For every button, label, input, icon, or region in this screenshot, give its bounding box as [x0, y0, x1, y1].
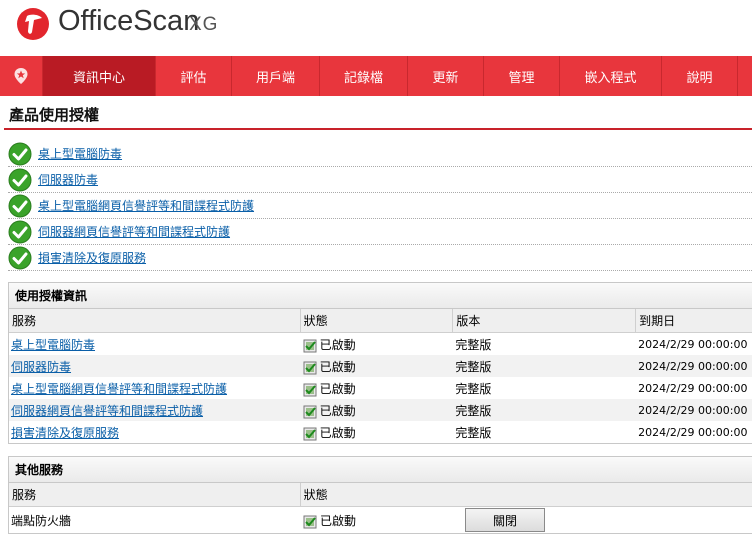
version-text: 完整版 [455, 425, 492, 440]
version-text: 完整版 [455, 337, 492, 352]
column-header-status[interactable]: 狀態 [301, 308, 454, 333]
brand-suffix: XG [189, 14, 219, 35]
version-text: 完整版 [455, 381, 492, 396]
expiry-text: 2024/2/29 00:00:00 [638, 381, 748, 395]
product-item: 損害清除及復原服務 [8, 245, 752, 271]
service-link[interactable]: 伺服器防毒 [11, 358, 71, 375]
status-text: 已啟動 [319, 381, 356, 396]
service-link[interactable]: 桌上型電腦網頁信譽評等和間諜程式防護 [11, 380, 227, 397]
service-link[interactable]: 桌上型電腦防毒 [11, 336, 95, 353]
trend-micro-logo-icon [17, 8, 49, 40]
activated-status-icon [303, 405, 317, 418]
brand-name: OfficeScan [58, 5, 200, 37]
column-header-status[interactable]: 狀態 [301, 483, 752, 507]
table-row: 桌上型電腦網頁信譽評等和間諜程式防護 已啟動 完整版 2024/2/29 00:… [9, 377, 752, 399]
activated-status-icon [303, 515, 317, 528]
version-text: 完整版 [455, 403, 492, 418]
product-link[interactable]: 伺服器網頁信譽評等和間諜程式防護 [38, 223, 230, 240]
title-divider [4, 128, 752, 130]
product-item: 伺服器防毒 [8, 167, 752, 193]
check-circle-icon [8, 142, 32, 165]
app-header: OfficeScan XG [0, 0, 752, 56]
table-row: 伺服器防毒 已啟動 完整版 2024/2/29 00:00:00 [9, 355, 752, 377]
status-text: 已啟動 [319, 403, 356, 418]
disable-firewall-button[interactable]: 關閉 [465, 508, 545, 532]
expiry-text: 2024/2/29 00:00:00 [638, 403, 748, 417]
license-info-panel: 使用授權資訊 服務 狀態 版本 到期日 桌上型電腦防毒 已啟動 完整版 2024… [8, 282, 752, 444]
product-item: 桌上型電腦防毒 [8, 141, 752, 167]
activated-status-icon [303, 339, 317, 352]
status-text: 已啟動 [319, 359, 356, 374]
check-circle-icon [8, 246, 32, 269]
other-services-header: 服務 狀態 [9, 482, 752, 507]
service-link[interactable]: 損害清除及復原服務 [11, 424, 119, 441]
table-row: 伺服器網頁信譽評等和間諜程式防護 已啟動 完整版 2024/2/29 00:00… [9, 399, 752, 421]
other-services-panel: 其他服務 服務 狀態 端點防火牆 已啟動 關閉 [8, 456, 752, 534]
main-nav: 資訊中心 評估 用戶端 記錄檔 更新 管理 嵌入程式 說明 [0, 56, 752, 96]
nav-tab-updates[interactable]: 更新 [408, 56, 484, 96]
check-circle-icon [8, 168, 32, 191]
nav-home-button[interactable] [0, 56, 43, 96]
table-row: 端點防火牆 已啟動 關閉 [9, 507, 752, 533]
nav-tab-agents[interactable]: 用戶端 [232, 56, 320, 96]
status-text: 已啟動 [319, 425, 356, 440]
column-header-service[interactable]: 服務 [9, 482, 301, 507]
nav-tab-help[interactable]: 說明 [662, 56, 738, 96]
activated-status-icon [303, 383, 317, 396]
column-header-service[interactable]: 服務 [9, 308, 301, 333]
nav-tab-logs[interactable]: 記錄檔 [320, 56, 408, 96]
product-link[interactable]: 損害清除及復原服務 [38, 249, 146, 266]
service-text: 端點防火牆 [11, 513, 72, 528]
status-text: 已啟動 [320, 513, 357, 528]
column-header-version[interactable]: 版本 [453, 308, 637, 333]
nav-tab-administration[interactable]: 管理 [484, 56, 560, 96]
nav-tab-assessment[interactable]: 評估 [156, 56, 232, 96]
check-circle-icon [8, 220, 32, 243]
product-link[interactable]: 桌上型電腦防毒 [38, 145, 122, 162]
home-badge-icon [14, 68, 28, 84]
product-list: 桌上型電腦防毒 伺服器防毒 桌上型電腦網頁信譽評等和間諜程式防護 伺服器網頁信譽… [8, 141, 752, 271]
other-services-title: 其他服務 [9, 457, 752, 483]
license-table-header: 服務 狀態 版本 到期日 [9, 308, 752, 333]
table-row: 桌上型電腦防毒 已啟動 完整版 2024/2/29 00:00:00 [9, 333, 752, 355]
table-row: 損害清除及復原服務 已啟動 完整版 2024/2/29 00:00:00 [9, 421, 752, 443]
product-link[interactable]: 伺服器防毒 [38, 171, 98, 188]
nav-tab-plugins[interactable]: 嵌入程式 [560, 56, 662, 96]
product-link[interactable]: 桌上型電腦網頁信譽評等和間諜程式防護 [38, 197, 254, 214]
activated-status-icon [303, 361, 317, 374]
expiry-text: 2024/2/29 00:00:00 [638, 337, 748, 351]
service-link[interactable]: 伺服器網頁信譽評等和間諜程式防護 [11, 402, 203, 419]
expiry-text: 2024/2/29 00:00:00 [638, 359, 748, 373]
product-item: 桌上型電腦網頁信譽評等和間諜程式防護 [8, 193, 752, 219]
status-text: 已啟動 [319, 337, 356, 352]
product-item: 伺服器網頁信譽評等和間諜程式防護 [8, 219, 752, 245]
page-title: 產品使用授權 [9, 106, 100, 124]
column-header-expiry[interactable]: 到期日 [636, 309, 752, 333]
check-circle-icon [8, 194, 32, 217]
version-text: 完整版 [455, 359, 492, 374]
expiry-text: 2024/2/29 00:00:00 [638, 425, 748, 439]
nav-tab-dashboard[interactable]: 資訊中心 [43, 56, 156, 96]
license-info-title: 使用授權資訊 [9, 283, 752, 309]
activated-status-icon [303, 427, 317, 440]
